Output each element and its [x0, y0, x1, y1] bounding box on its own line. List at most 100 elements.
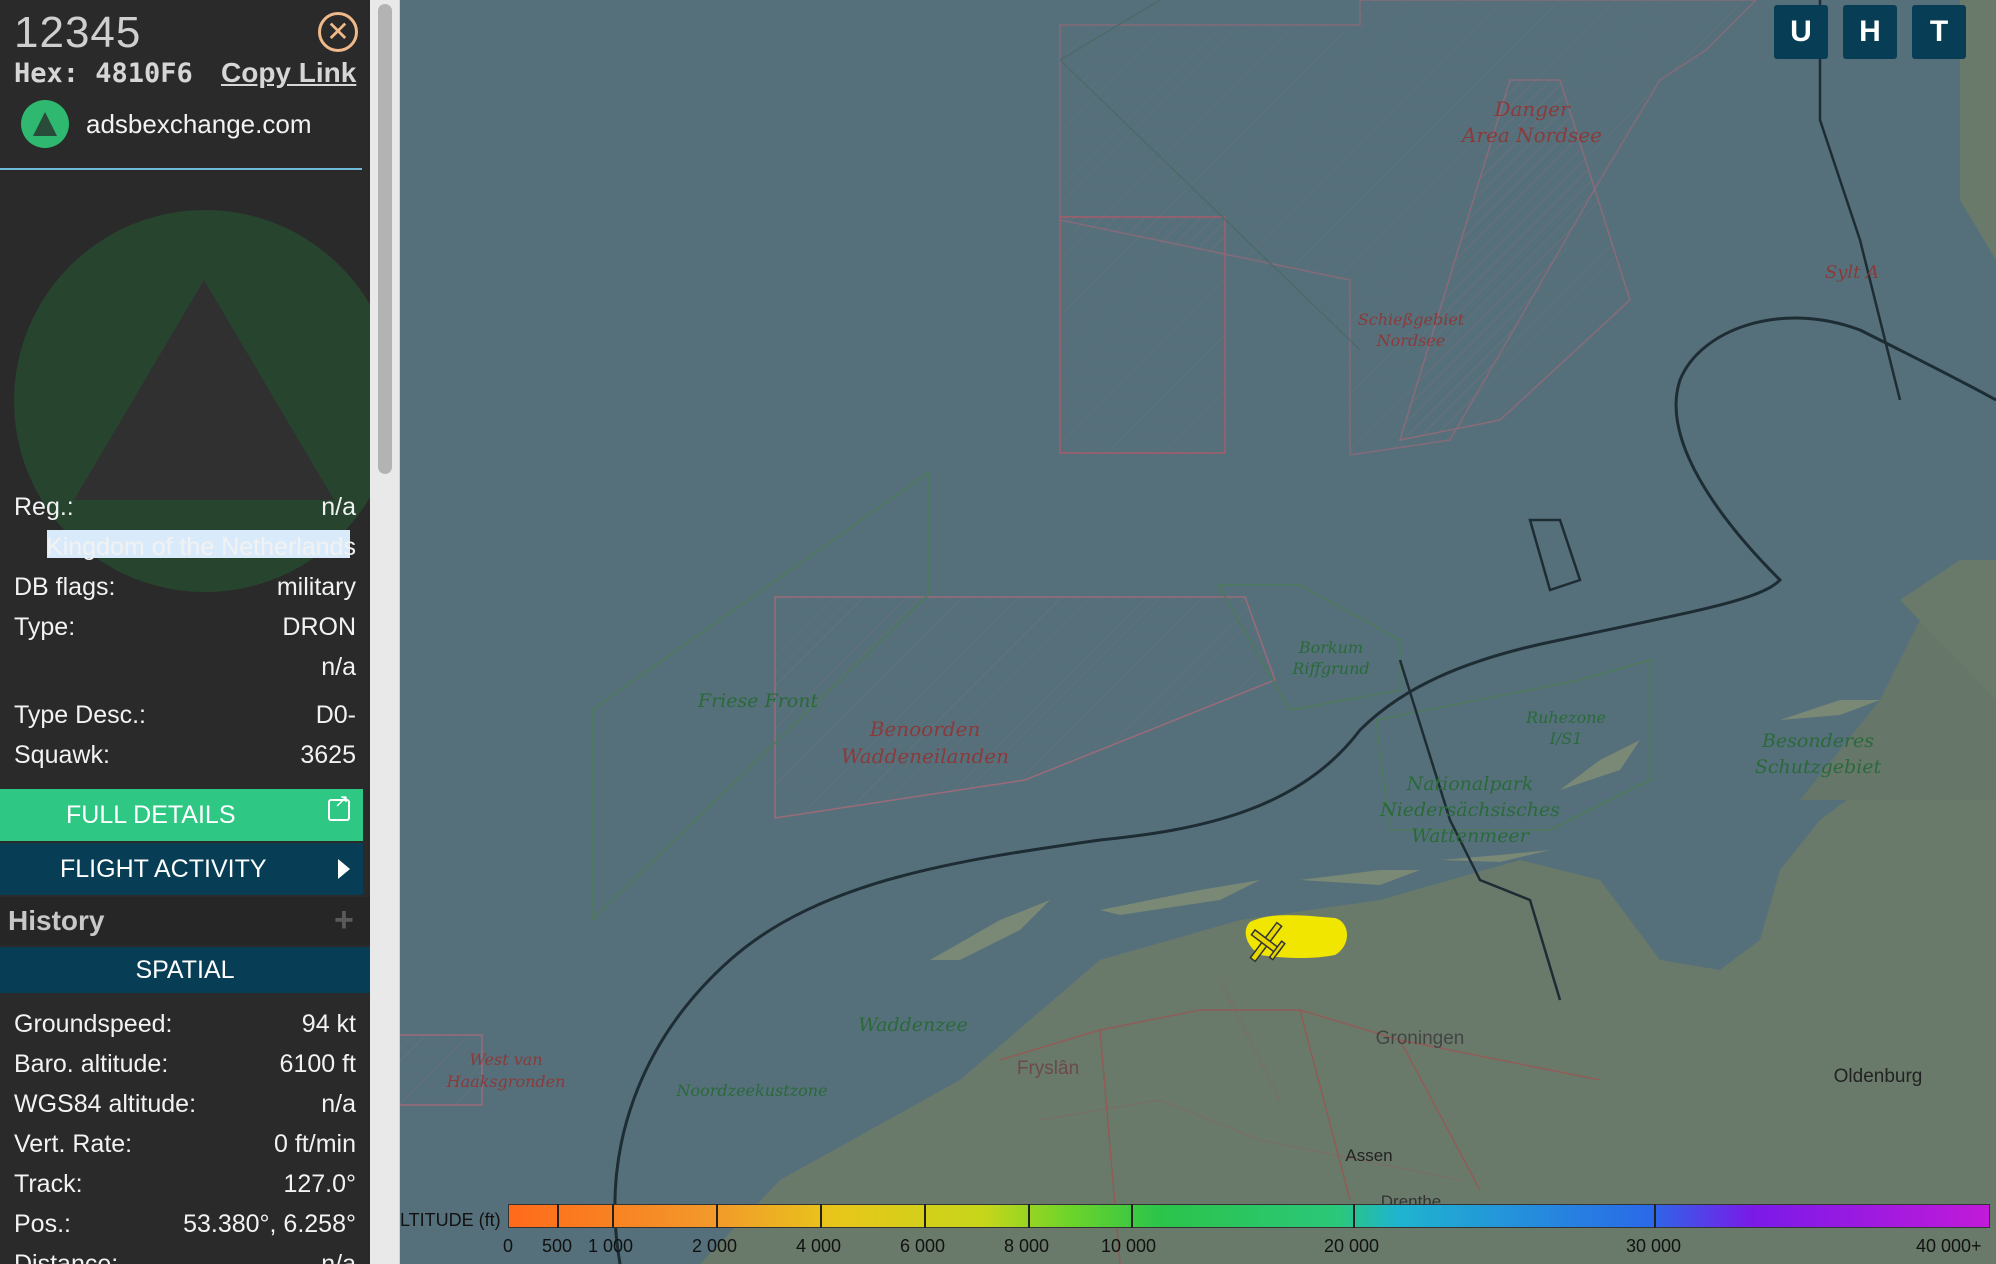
map-button-h[interactable]: H — [1843, 5, 1897, 59]
map-label-borkum-2: Riffgrund — [1291, 659, 1369, 678]
divider — [0, 168, 362, 170]
altitude-tick — [820, 1204, 822, 1228]
position-row: Pos.: 53.380°, 6.258° — [14, 1210, 356, 1244]
vert-rate-label: Vert. Rate: — [14, 1130, 133, 1158]
type-value: DRON — [282, 613, 356, 641]
map-label-borkum-1: Borkum — [1298, 638, 1363, 657]
sidebar-scrollbar[interactable] — [370, 0, 400, 1264]
west-van-zone — [400, 1034, 483, 1106]
full-details-label: FULL DETAILS — [66, 801, 236, 829]
close-icon[interactable]: ✕ — [318, 12, 358, 52]
altitude-label: 0 — [503, 1236, 514, 1256]
map-label-benoorden-2: Waddeneilanden — [841, 744, 1009, 768]
full-details-button[interactable]: FULL DETAILS — [0, 789, 363, 841]
map-view[interactable]: Danger Area Nordsee Schießgebiet Nordsee… — [400, 0, 1996, 1264]
altitude-tick — [924, 1204, 926, 1228]
aircraft-info-panel: 12345 ✕ Hex: 4810F6 Copy Link adsbexchan… — [0, 0, 370, 1264]
expand-plus-icon[interactable]: + — [334, 901, 354, 940]
type-row: Type: DRON — [14, 613, 356, 647]
app: 12345 ✕ Hex: 4810F6 Copy Link adsbexchan… — [0, 0, 1996, 1264]
db-flags-value: military — [276, 573, 356, 601]
altitude-color-bar — [508, 1204, 1990, 1228]
squawk-value: 3625 — [300, 741, 356, 769]
map-label-assen: Assen — [1345, 1146, 1392, 1165]
scrollbar-thumb[interactable] — [378, 4, 392, 474]
copy-link[interactable]: Copy Link — [221, 57, 356, 89]
map-label-nationalpark-1: Nationalpark — [1406, 773, 1534, 795]
altitude-legend-title: LTITUDE (ft) — [400, 1210, 501, 1230]
baro-altitude-row: Baro. altitude: 6100 ft — [14, 1050, 356, 1084]
db-flags-label: DB flags: — [14, 573, 116, 601]
map-label-oldenburg: Oldenburg — [1834, 1066, 1923, 1087]
vert-rate-value: 0 ft/min — [274, 1130, 356, 1158]
wgs84-altitude-row: WGS84 altitude: n/a — [14, 1090, 356, 1124]
altitude-label: 8 000 — [1004, 1236, 1050, 1256]
altitude-label: 40 000+ — [1916, 1236, 1982, 1256]
db-flags-row: DB flags: military — [14, 573, 356, 607]
map-label-schiessgebiet-2: Nordsee — [1376, 331, 1446, 350]
altitude-label: 1 000 — [588, 1236, 634, 1256]
type-desc-label: Type Desc.: — [14, 701, 146, 729]
type-extra-row: n/a — [14, 653, 356, 687]
position-value: 53.380°, 6.258° — [183, 1210, 356, 1238]
map-label-nationalpark-2: Niedersächsisches — [1379, 799, 1560, 821]
altitude-tick — [1654, 1204, 1656, 1228]
altitude-tick — [557, 1204, 559, 1228]
squawk-row: Squawk: 3625 — [14, 741, 356, 775]
position-label: Pos.: — [14, 1210, 71, 1238]
map-label-groningen: Groningen — [1376, 1028, 1465, 1049]
altitude-label: 20 000 — [1324, 1236, 1380, 1256]
map-label-danger-area-1: Danger — [1493, 97, 1570, 121]
altitude-tick — [1028, 1204, 1030, 1228]
external-link-icon — [328, 791, 350, 821]
map-button-t[interactable]: T — [1912, 5, 1966, 59]
country-value: Kingdom of the Netherlands — [46, 533, 356, 561]
altitude-tick — [1353, 1204, 1355, 1228]
map-label-schiessgebiet-1: Schießgebiet — [1358, 310, 1465, 329]
chevron-right-icon — [338, 859, 350, 879]
groundspeed-value: 94 kt — [301, 1010, 356, 1038]
vert-rate-row: Vert. Rate: 0 ft/min — [14, 1130, 356, 1164]
reg-label: Reg.: — [14, 493, 74, 521]
map-label-fryslan: Fryslân — [1017, 1058, 1079, 1079]
schiessgebiet-zone — [1059, 216, 1226, 454]
altitude-tick — [1131, 1204, 1133, 1228]
wgs84-altitude-value: n/a — [321, 1090, 356, 1118]
groundspeed-label: Groundspeed: — [14, 1010, 173, 1038]
type-desc-value: D0- — [315, 701, 356, 729]
map-label-west-van-1: West van — [469, 1050, 542, 1069]
altitude-legend: LTITUDE (ft) 0 500 1 000 2 000 4 000 6 0… — [400, 1198, 1996, 1264]
history-section-header[interactable]: History + — [0, 897, 370, 945]
country-row: Kingdom of the Netherlands — [14, 533, 356, 567]
baro-altitude-label: Baro. altitude: — [14, 1050, 169, 1078]
track-value: 127.0° — [283, 1170, 356, 1198]
reg-row: Reg.: n/a — [14, 493, 356, 527]
map-label-danger-area-2: Area Nordsee — [1460, 123, 1602, 147]
wgs84-altitude-label: WGS84 altitude: — [14, 1090, 197, 1118]
altitude-label: 500 — [542, 1236, 573, 1256]
altitude-label: 6 000 — [900, 1236, 946, 1256]
map-label-nationalpark-3: Wattenmeer — [1411, 825, 1530, 847]
type-extra-value: n/a — [321, 653, 356, 681]
map-label-west-van-2: Haaksgronden — [446, 1072, 566, 1091]
hex-code: Hex: 4810F6 — [14, 58, 193, 89]
map-label-besonderes-2: Schutzgebiet — [1755, 756, 1882, 778]
altitude-tick — [716, 1204, 718, 1228]
squawk-label: Squawk: — [14, 741, 110, 769]
altitude-label: 10 000 — [1101, 1236, 1157, 1256]
map-button-u[interactable]: U — [1774, 5, 1828, 59]
type-label: Type: — [14, 613, 76, 641]
baro-altitude-value: 6100 ft — [279, 1050, 356, 1078]
reg-value: n/a — [321, 493, 356, 521]
map-canvas[interactable]: Danger Area Nordsee Schießgebiet Nordsee… — [400, 0, 1996, 1264]
track-row: Track: 127.0° — [14, 1170, 356, 1204]
map-label-besonderes-1: Besonderes — [1761, 730, 1874, 752]
groundspeed-row: Groundspeed: 94 kt — [14, 1010, 356, 1044]
map-label-sylt: Sylt A — [1825, 262, 1879, 283]
altitude-label: 30 000 — [1626, 1236, 1682, 1256]
map-label-waddenzee: Waddenzee — [858, 1014, 968, 1036]
spatial-section-header[interactable]: SPATIAL — [0, 947, 370, 993]
distance-value: n/a — [321, 1250, 356, 1264]
flight-activity-button[interactable]: FLIGHT ACTIVITY — [0, 843, 363, 895]
plane-silhouette-icon — [74, 280, 334, 500]
